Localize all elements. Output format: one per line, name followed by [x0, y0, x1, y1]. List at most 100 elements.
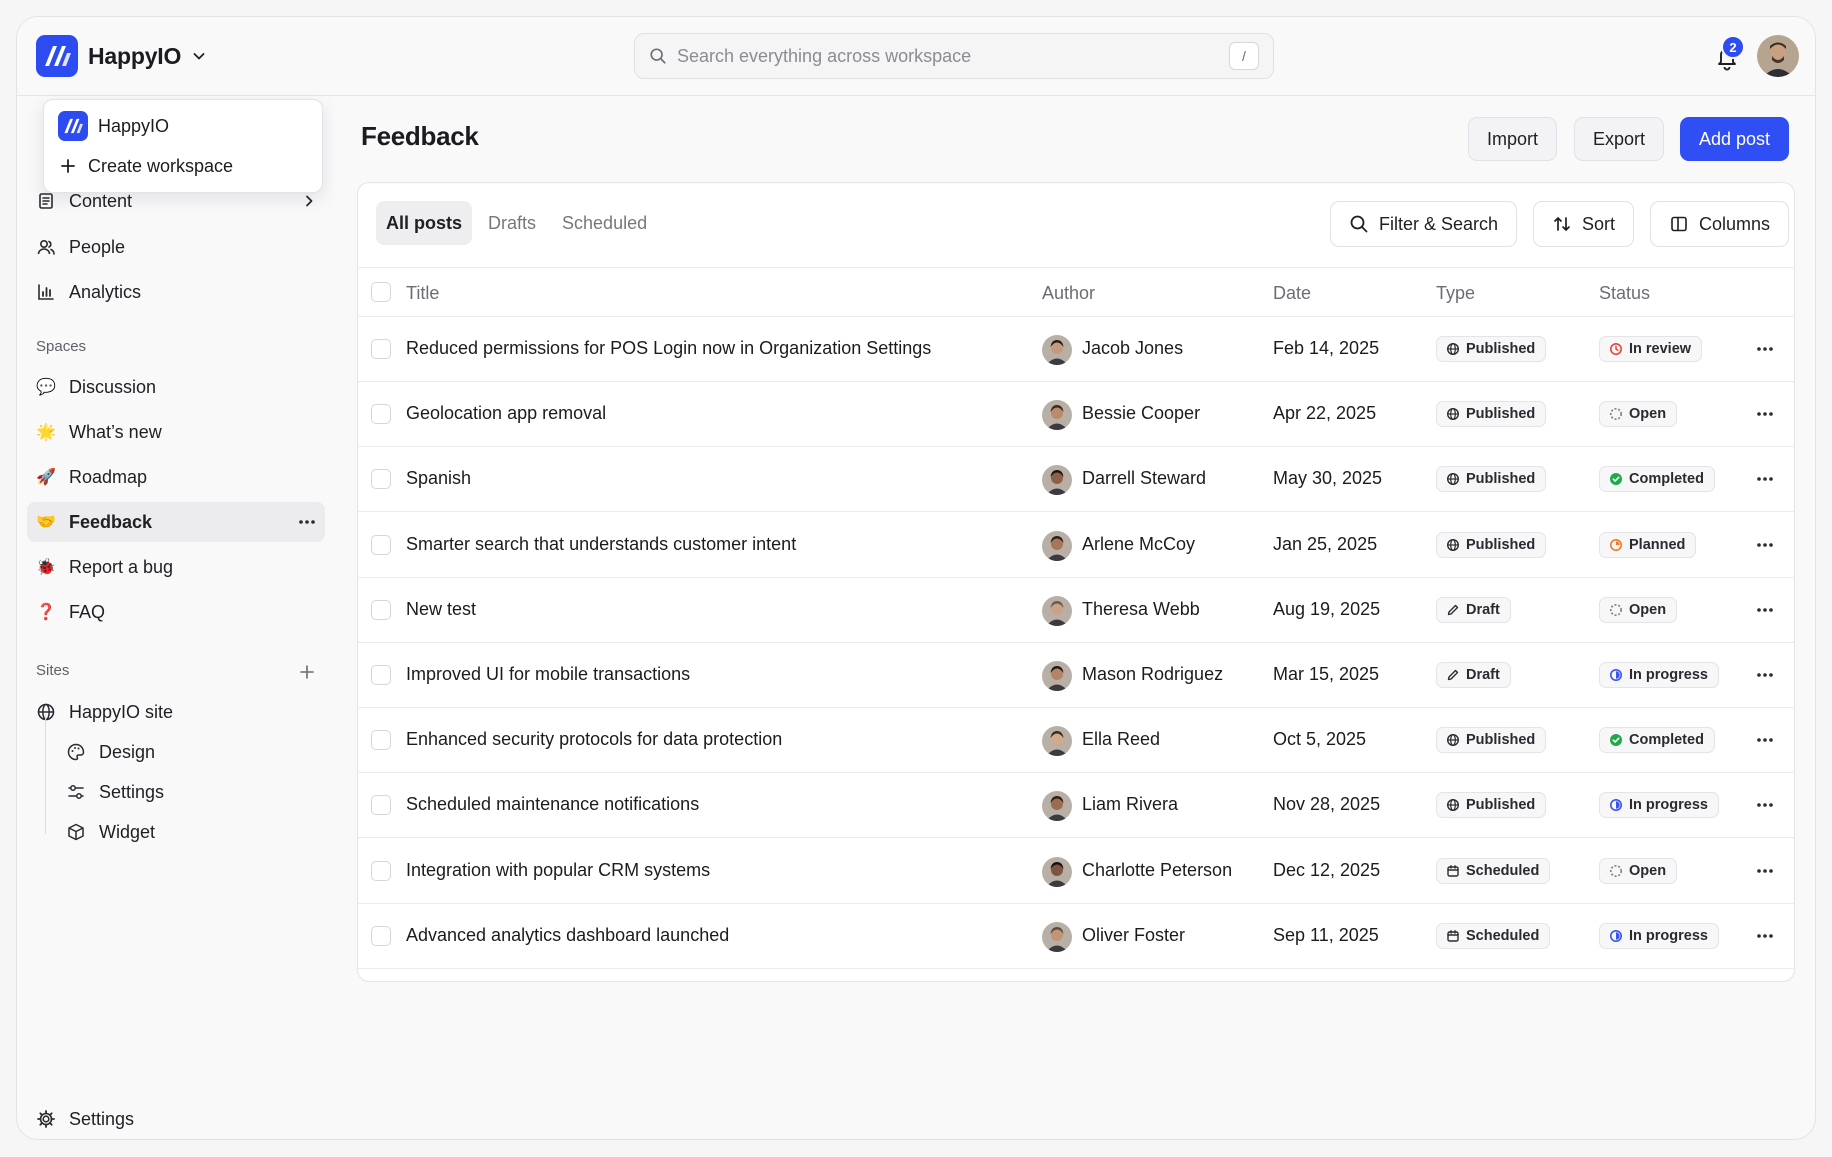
filter-search-button[interactable]: Filter & Search: [1330, 201, 1518, 247]
post-title[interactable]: Reduced permissions for POS Login now in…: [406, 338, 931, 359]
sidebar-item-feedback[interactable]: 🤝 Feedback: [27, 502, 325, 542]
table-row[interactable]: Advanced analytics dashboard launched Oli…: [358, 904, 1794, 969]
column-header-author[interactable]: Author: [1042, 283, 1095, 304]
column-header-status[interactable]: Status: [1599, 283, 1650, 304]
sidebar-item-happyio-site[interactable]: HappyIO site: [27, 692, 325, 732]
app-window: HappyIO / 2 HappyIO Create workspace: [16, 16, 1816, 1140]
add-post-button[interactable]: Add post: [1680, 117, 1790, 161]
table-row[interactable]: Integration with popular CRM systems Char…: [358, 839, 1794, 904]
table-row[interactable]: Scheduled maintenance notifications Liam …: [358, 773, 1794, 839]
workspace-switcher[interactable]: HappyIO: [36, 35, 207, 77]
post-title[interactable]: Improved UI for mobile transactions: [406, 664, 690, 685]
palette-icon: [65, 741, 87, 763]
sidebar-item-label: What’s new: [69, 421, 162, 442]
add-site-button[interactable]: [295, 660, 319, 684]
row-more-options-icon[interactable]: [1752, 924, 1778, 948]
row-more-options-icon[interactable]: [1752, 467, 1778, 491]
dropdown-item-create-workspace[interactable]: Create workspace: [44, 146, 322, 186]
row-checkbox[interactable]: [371, 469, 391, 490]
type-badge: Draft: [1436, 662, 1511, 688]
row-more-options-icon[interactable]: [1752, 337, 1778, 361]
sidebar-item-faq[interactable]: ❓ FAQ: [27, 592, 325, 632]
row-checkbox[interactable]: [371, 795, 391, 816]
sidebar-item-discussion[interactable]: 💬 Discussion: [27, 367, 325, 407]
user-avatar[interactable]: [1757, 35, 1799, 77]
status-badge: Completed: [1599, 727, 1715, 754]
sidebar-item-roadmap[interactable]: 🚀 Roadmap: [27, 457, 325, 497]
tab-scheduled[interactable]: Scheduled: [552, 201, 657, 245]
table-row[interactable]: Geolocation app removal Bessie Cooper Apr …: [358, 382, 1794, 448]
row-checkbox[interactable]: [371, 730, 391, 751]
row-more-options-icon[interactable]: [1752, 533, 1778, 557]
dashed-circle-icon: [1609, 864, 1623, 878]
sidebar-item-report-a-bug[interactable]: 🐞 Report a bug: [27, 547, 325, 587]
author-avatar: [1042, 856, 1072, 887]
columns-button[interactable]: Columns: [1650, 201, 1790, 247]
row-more-options-icon[interactable]: [1752, 728, 1778, 752]
row-checkbox[interactable]: [371, 534, 391, 555]
search-input[interactable]: [677, 45, 1219, 67]
table-row[interactable]: Reduced permissions for POS Login now in…: [358, 317, 1794, 382]
row-checkbox[interactable]: [371, 860, 391, 881]
author-name: Charlotte Peterson: [1082, 859, 1233, 880]
type-label: Published: [1466, 536, 1536, 553]
column-header-type[interactable]: Type: [1436, 283, 1475, 304]
sidebar-item-whats-new[interactable]: 🌟 What’s new: [27, 412, 325, 452]
globe-icon: [1446, 472, 1460, 486]
sidebar-item-site-settings[interactable]: Settings: [57, 772, 325, 812]
dropdown-item-happyio[interactable]: HappyIO: [44, 106, 322, 146]
sidebar-item-label: Report a bug: [69, 556, 174, 577]
row-more-options-icon[interactable]: [1752, 793, 1778, 817]
sites-section-label: Sites: [36, 662, 70, 679]
table-row[interactable]: Smarter search that understands customer…: [358, 513, 1794, 578]
sidebar-item-people[interactable]: People: [27, 227, 325, 267]
row-more-options-icon[interactable]: [1752, 663, 1778, 687]
sort-button[interactable]: Sort: [1533, 201, 1635, 247]
author-name: Bessie Cooper: [1082, 403, 1201, 424]
import-button[interactable]: Import: [1468, 117, 1558, 161]
post-title[interactable]: Geolocation app removal: [406, 403, 606, 424]
sidebar-item-label: FAQ: [69, 601, 106, 622]
select-all-checkbox[interactable]: [371, 282, 391, 302]
post-title[interactable]: Integration with popular CRM systems: [406, 860, 710, 881]
table-row[interactable]: Enhanced security protocols for data pro…: [358, 708, 1794, 774]
sidebar-item-widget[interactable]: Widget: [57, 812, 325, 852]
row-checkbox[interactable]: [371, 339, 391, 359]
sidebar-item-label: Analytics: [69, 281, 142, 302]
post-title[interactable]: Spanish: [406, 468, 471, 489]
tab-all-posts[interactable]: All posts: [376, 201, 473, 245]
row-more-options-icon[interactable]: [1752, 859, 1778, 883]
more-options-icon[interactable]: [297, 519, 317, 525]
post-title[interactable]: Smarter search that understands customer…: [406, 534, 796, 555]
column-header-title[interactable]: Title: [406, 283, 439, 304]
row-more-options-icon[interactable]: [1752, 402, 1778, 426]
post-title[interactable]: Enhanced security protocols for data pro…: [406, 729, 782, 750]
workspace-logo: [36, 35, 78, 77]
author-name: Jacob Jones: [1082, 338, 1184, 358]
export-button[interactable]: Export: [1574, 117, 1665, 161]
post-title[interactable]: Scheduled maintenance notifications: [406, 794, 699, 815]
people-icon: [35, 236, 57, 258]
row-checkbox[interactable]: [371, 925, 391, 946]
type-label: Scheduled: [1466, 927, 1540, 944]
row-checkbox[interactable]: [371, 665, 391, 685]
author-avatar: [1042, 921, 1072, 952]
table-row[interactable]: Spanish Darrell Steward May 30, 2025 Publis…: [358, 447, 1794, 513]
row-more-options-icon[interactable]: [1752, 598, 1778, 622]
row-checkbox[interactable]: [371, 599, 391, 620]
table-row[interactable]: Improved UI for mobile transactions Mason…: [358, 643, 1794, 708]
status-label: Open: [1629, 406, 1667, 423]
table-row[interactable]: New test Theresa Webb Aug 19, 2025 Draft Ope…: [358, 578, 1794, 643]
row-checkbox[interactable]: [371, 404, 391, 425]
tab-drafts[interactable]: Drafts: [478, 201, 546, 245]
sidebar-item-design[interactable]: Design: [57, 732, 325, 772]
chevron-right-icon: [301, 193, 317, 209]
author-name: Ella Reed: [1082, 729, 1161, 750]
column-header-date[interactable]: Date: [1273, 283, 1311, 304]
post-title[interactable]: Advanced analytics dashboard launched: [406, 925, 729, 946]
sidebar-item-analytics[interactable]: Analytics: [27, 272, 325, 312]
speech-bubble-icon: 💬: [36, 379, 56, 396]
sidebar-item-settings[interactable]: Settings: [27, 1099, 325, 1139]
post-title[interactable]: New test: [406, 599, 476, 620]
author-name: Oliver Foster: [1082, 924, 1186, 945]
